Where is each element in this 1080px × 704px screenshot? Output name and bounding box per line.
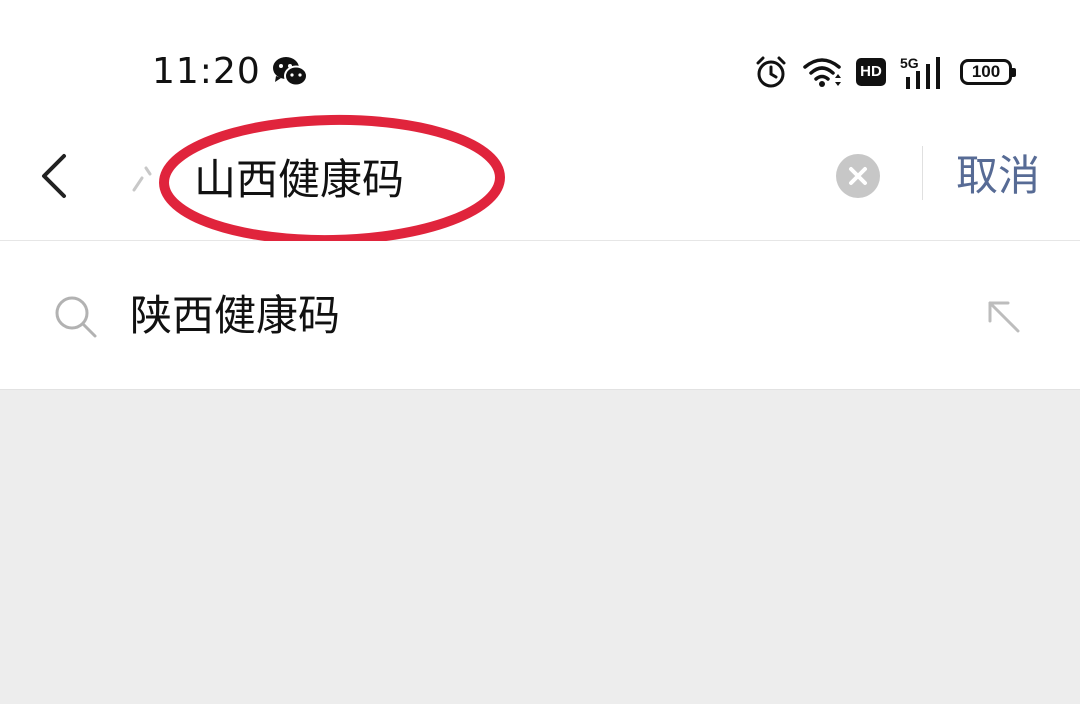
back-button[interactable]: [30, 148, 78, 204]
network-label: 5G: [900, 55, 919, 71]
wifi-icon: [803, 58, 841, 87]
header-divider: [922, 146, 923, 200]
status-bar: 11:20 HD 5G 100: [0, 0, 1080, 120]
suggestion-text: 陕西健康码: [130, 291, 341, 340]
hd-icon: HD: [856, 58, 886, 86]
clear-button[interactable]: [836, 154, 880, 198]
search-icon: [132, 166, 152, 192]
close-icon: [849, 167, 867, 185]
search-header: 取消: [0, 120, 1080, 241]
status-icons: HD 5G 100: [754, 52, 1016, 92]
suggestion-item[interactable]: 陕西健康码: [0, 241, 1080, 390]
signal-5g-icon: 5G: [900, 55, 940, 89]
fill-arrow-icon[interactable]: [984, 297, 1024, 337]
battery-icon: 100: [960, 59, 1016, 85]
alarm-icon: [756, 56, 786, 88]
wechat-icon: [273, 57, 308, 87]
search-input[interactable]: [194, 144, 794, 208]
cancel-button[interactable]: 取消: [956, 148, 1040, 204]
search-icon: [55, 296, 97, 338]
status-time: 11:20: [152, 51, 261, 92]
